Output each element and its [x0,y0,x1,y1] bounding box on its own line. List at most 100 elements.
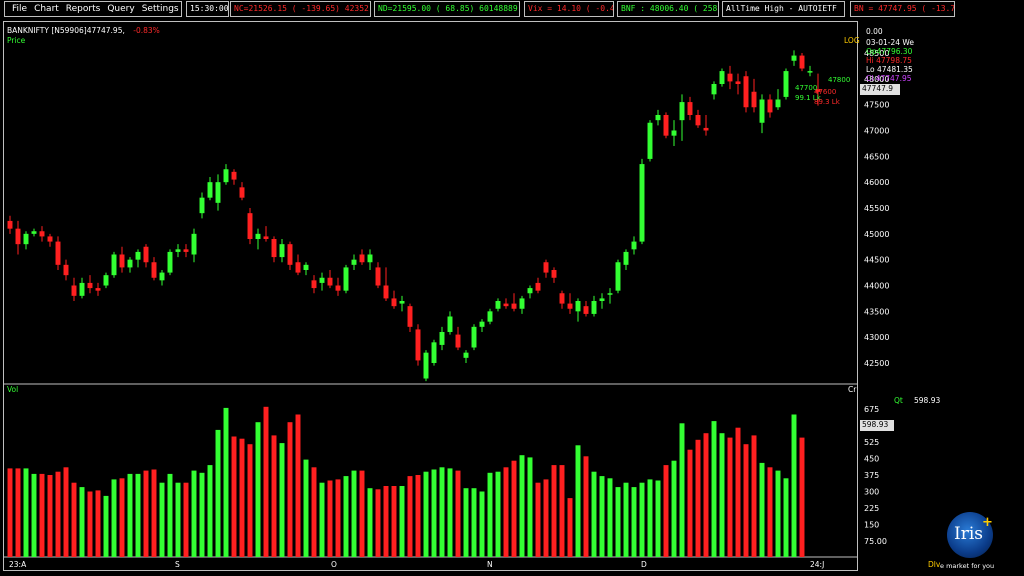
qt-label: Qt [894,396,903,405]
candle-body [647,122,653,159]
volume-bar [511,460,517,557]
x-label-oct: O [331,560,337,569]
volume-bar [207,465,213,557]
dlv-label[interactable]: Dlv [928,560,940,569]
candle-body [695,115,701,126]
overlay-red-price: 47600 [814,88,837,96]
volume-bar [439,467,445,557]
symbol-name: BANKNIFTY [N59906] [7,26,87,35]
candle-body [535,282,541,291]
candle-body [455,334,461,348]
volume-bar [111,479,117,557]
volume-bar [183,482,189,557]
candle-body [639,164,645,242]
volume-bar [31,473,37,557]
candle-body [559,293,565,304]
volume-bar [431,469,437,557]
candle-body [471,326,477,348]
volume-bar [535,482,541,557]
volume-bar [199,472,205,557]
candle-body [735,81,741,84]
volume-bar [327,480,333,557]
candle-body [79,282,85,296]
candle-body [591,301,597,314]
candle-body [487,311,493,322]
volume-bar [639,482,645,557]
candle-body [103,275,109,286]
last-price: 47747.95, [86,26,125,35]
ohlc-open: Op47796.30 [866,47,913,56]
x-label-nov: N [487,560,493,569]
volume-bar [591,471,597,557]
volume-bar [119,478,125,557]
candle-body [279,244,285,258]
candle-body [383,285,389,299]
volume-bar [647,479,653,557]
volume-bar [71,482,77,557]
candle-body [463,352,469,358]
volume-bar [271,435,277,557]
candle-body [255,233,261,239]
candle-body [551,270,557,278]
volume-bar [503,467,509,557]
volume-bar [735,427,741,557]
volume-bar [175,482,181,557]
candle-body [719,71,725,84]
candle-body [71,285,77,296]
volume-bar [543,479,549,557]
volume-bar [319,482,325,557]
volume-bar [751,435,757,557]
volume-bar [191,470,197,557]
candle-body [271,239,277,258]
candle-body [679,102,685,121]
candle-body [167,251,173,273]
candle-body [447,316,453,332]
candle-body [63,264,69,276]
volume-bar [759,462,765,557]
candle-body [55,241,61,265]
candle-body [87,282,93,289]
volume-bar [575,445,581,557]
ohlc-close: Cl 47747.95 [866,74,912,83]
volume-bar [567,498,573,557]
volume-bar [663,465,669,557]
volume-bar [359,470,365,557]
symbol-label: BANKNIFTY [N59906]47747.95, -0.83% [7,26,160,35]
candle-body [519,298,525,309]
ohlc-date: 03-01-24 We [866,38,915,47]
volume-bar [143,470,149,557]
candle-body [95,288,101,291]
volume-bar [63,467,69,557]
volume-bar [455,470,461,557]
volume-pane-label: Vol [7,385,19,394]
volume-bar [375,489,381,557]
candle-body [607,293,613,295]
candle-body [39,231,45,237]
candle-body [175,249,181,252]
ohlc-low: Lo 47481.35 [866,65,913,74]
candle-body [479,321,485,327]
candle-body [375,267,381,286]
volume-bar [719,433,725,557]
volume-bar [487,472,493,557]
volume-bar [775,470,781,557]
candle-body [207,182,213,198]
candle-body [247,213,253,239]
volume-bar [559,465,565,557]
volume-unit-label: Cr [848,385,857,394]
volume-bar [495,471,501,557]
candle-body [655,115,661,121]
candles-group [7,50,821,382]
volume-bar [239,438,245,557]
volume-bar [343,476,349,557]
x-label-dec: D [641,560,647,569]
candle-body [151,262,157,278]
overlay-red-volume: 89.3 Lk [814,98,840,106]
volume-bar [711,421,717,557]
volume-bar [95,490,101,557]
candle-body [423,352,429,379]
app-window: File Chart Reports Query Settings 15:30:… [0,0,1024,576]
candle-body [623,251,629,265]
candle-body [615,262,621,291]
volume-bar [631,487,637,557]
